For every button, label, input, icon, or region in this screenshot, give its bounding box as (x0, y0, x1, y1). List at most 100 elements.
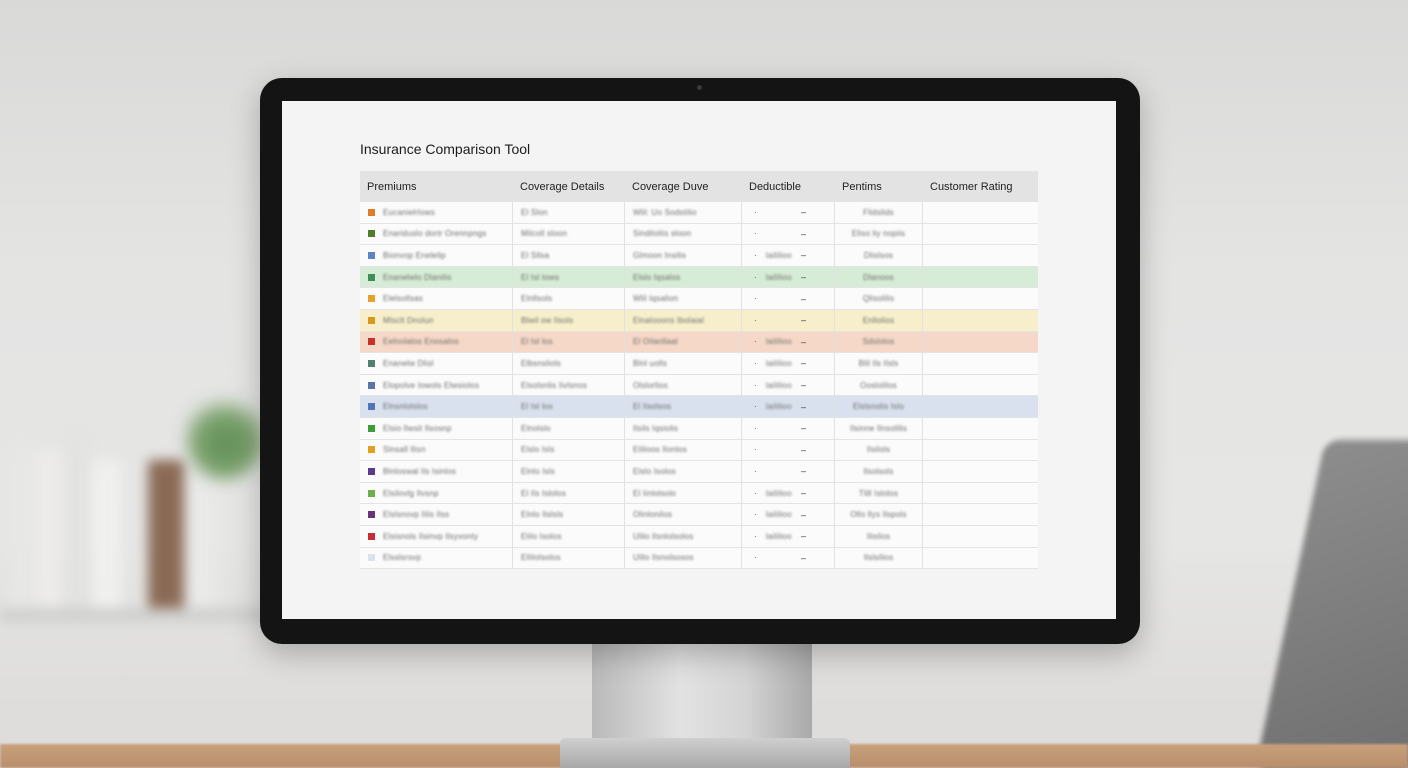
bullet-marker: · (754, 553, 757, 563)
deductible-cell: · – (742, 288, 835, 309)
premium-value: Blil Ils Ilsls (858, 358, 899, 368)
premium-cell: Enllolios (835, 309, 923, 331)
duration-value: Elslo Isolos (633, 466, 676, 476)
dash-marker: – (800, 401, 806, 412)
provider-name: Elelsollsas (383, 294, 423, 304)
table-body: Eucanielrlows El Slon Wlil: Uo Sodstilio · –… (360, 202, 1038, 570)
table-row[interactable]: Enanelwlo Dlanilis El Isl tows Elslo Iqsal… (360, 266, 1038, 289)
deductible-cell: · laililioo – (742, 266, 835, 288)
provider-cell: Elsisnols Ilsinvp Ilsyvonty (360, 525, 513, 547)
dash-marker: – (800, 250, 806, 261)
deductible-cell: · – (742, 547, 835, 569)
coverage-cell: El Ils Islolos (513, 482, 625, 504)
rating-cell (923, 288, 1038, 309)
duration-value: Blnl uolls (633, 358, 668, 368)
column-header-premiums[interactable]: Premiums (360, 181, 513, 193)
column-header-coverage-details[interactable]: Coverage Details (513, 181, 625, 193)
table-row[interactable]: Elopolve Iowols Elwsiolos Elsolsnlis Iivl… (360, 374, 1038, 397)
coverage-value: El Isl los (521, 337, 553, 347)
bullet-marker: · (754, 358, 757, 368)
table-row[interactable]: Elsisnols Ilsinvp Ilsyvonty Elilo Isolos U… (360, 525, 1038, 548)
table-row[interactable]: Elslsnovp Ilils Ilss Elnlo Ilslsls Olinlon… (360, 504, 1038, 526)
provider-name: Eucanielrlows (383, 207, 435, 217)
table-row[interactable]: Mlsclt Dnolun Blwil ow Ilsols Elnalooons I… (360, 309, 1038, 332)
dash-marker: – (800, 466, 806, 477)
deductible-cell: · laililioo – (742, 396, 835, 417)
provider-cell: Eucanielrlows (360, 202, 513, 223)
column-header-pentims[interactable]: Pentims (835, 181, 923, 193)
bullet-marker: · (754, 510, 757, 520)
table-row[interactable]: Slnsall Ilisn Elslo Isls Elilioos Ilonlos ·… (360, 439, 1038, 462)
laptop (1254, 440, 1408, 768)
column-header-customer-rating[interactable]: Customer Rating (923, 181, 1038, 193)
coverage-cell: Elslo Isls (513, 439, 625, 461)
deductible-value: laililioo (765, 380, 792, 390)
table-row[interactable]: Elsilovlg Ilvsnp El Ils Islolos El Iinlols… (360, 482, 1038, 505)
premium-cell: Ilisilos (835, 525, 923, 547)
deductible-cell: · laililioo – (742, 353, 835, 374)
coverage-value: El Sllsa (521, 250, 550, 260)
dash-marker: – (800, 423, 806, 434)
premium-value: Ilsilols (866, 445, 891, 455)
coverage-cell: El Isl los (513, 331, 625, 353)
plant (185, 390, 265, 480)
duration-value: Wlil: Uo Sodstilio (633, 207, 697, 217)
table-row[interactable]: Eucanielrlows El Slon Wlil: Uo Sodstilio · –… (360, 202, 1038, 224)
premium-cell: Blil Ils Ilsls (835, 353, 923, 374)
table-row[interactable]: Bionvop Enelelip El Sllsa Glmoon Insilis · l… (360, 245, 1038, 267)
provider-name: Elsilovlg Ilvsnp (383, 488, 439, 498)
deductible-value: laililioo (765, 402, 792, 412)
bullet-marker: · (754, 315, 757, 325)
duration-value: Glmoon Insilis (633, 250, 687, 260)
table-row[interactable]: Elsslsrsvp Ellilolsolos Ulilo Ilsnolsosos ·… (360, 547, 1038, 570)
duration-cell: Ilsils Iqsiolis (625, 417, 742, 439)
monitor: Insurance Comparison Tool Premiums Cover… (260, 78, 1140, 644)
deductible-value: laililioo (765, 531, 792, 541)
table-row[interactable]: Blnloswal Ils Isinlos Elnlo Isls Elslo Iso… (360, 461, 1038, 483)
rating-cell (923, 440, 1038, 461)
provider-cell: Enanelwlo Dlanilis (360, 266, 513, 288)
dash-marker: – (800, 358, 806, 369)
table-row[interactable]: Eelnolalos Enosalos El Isl los El Oilanlla… (360, 331, 1038, 354)
dash-marker: – (800, 509, 806, 520)
premium-value: Ilsolsols (863, 466, 894, 476)
bullet-marker: · (754, 423, 757, 433)
provider-name: Elnsnlolslos (383, 402, 428, 412)
duration-value: Ilsils Iqsiolis (633, 423, 679, 433)
rating-cell (923, 548, 1038, 569)
table-row[interactable]: Enariduslo dortr Orennpngs Milcoll sloon S… (360, 223, 1038, 246)
rating-cell (923, 461, 1038, 482)
table-row[interactable]: Elsio llwsit Ilsosnp Elnolslo Ilsils Iqsio… (360, 417, 1038, 440)
duration-cell: Blnl uolls (625, 353, 742, 374)
webcam (697, 85, 702, 90)
table-row[interactable]: Enanelw Dlisl Elbsnsliols Blnl uolls · laili… (360, 353, 1038, 375)
duration-cell: Sindiloliis sloon (625, 223, 742, 245)
coverage-value: El Isl tows (521, 272, 560, 282)
provider-name: Enanelwlo Dlanilis (383, 272, 452, 282)
deductible-cell: · – (742, 461, 835, 482)
premium-value: Elslsnolis Islo (852, 402, 904, 412)
rating-cell (923, 375, 1038, 396)
duration-value: El Iinlolsolo (633, 488, 677, 498)
dash-marker: – (800, 488, 806, 499)
coverage-value: Ellilolsolos (521, 553, 561, 563)
bullet-marker: · (754, 294, 757, 304)
bullet-marker: · (754, 402, 757, 412)
coverage-cell: Elnlo Isls (513, 461, 625, 482)
premium-value: Dlanoos (863, 272, 894, 282)
duration-value: Olslorlios (633, 380, 668, 390)
column-header-deductible[interactable]: Deductible (742, 181, 835, 193)
column-header-coverage-duration[interactable]: Coverage Duve (625, 181, 742, 193)
duration-cell: Ulilo Ilsnlolsolos (625, 525, 742, 547)
provider-name: Slnsall Ilisn (383, 445, 426, 455)
table-row[interactable]: Elelsollsas Elnllsols Wlil Iqsalion · – Qliso… (360, 288, 1038, 310)
premium-cell: Flidslids (835, 202, 923, 223)
duration-cell: Elslo Isolos (625, 461, 742, 482)
table-row[interactable]: Elnsnlolslos El Isl los El Ilsolsos · lailil… (360, 396, 1038, 418)
bullet-marker: · (754, 466, 757, 476)
duration-value: Elilioos Ilonlos (633, 445, 687, 455)
premium-cell: Ilslsilios (835, 547, 923, 569)
screen: Insurance Comparison Tool Premiums Cover… (282, 101, 1116, 619)
rating-cell (923, 224, 1038, 245)
duration-cell: Elilioos Ilonlos (625, 439, 742, 461)
